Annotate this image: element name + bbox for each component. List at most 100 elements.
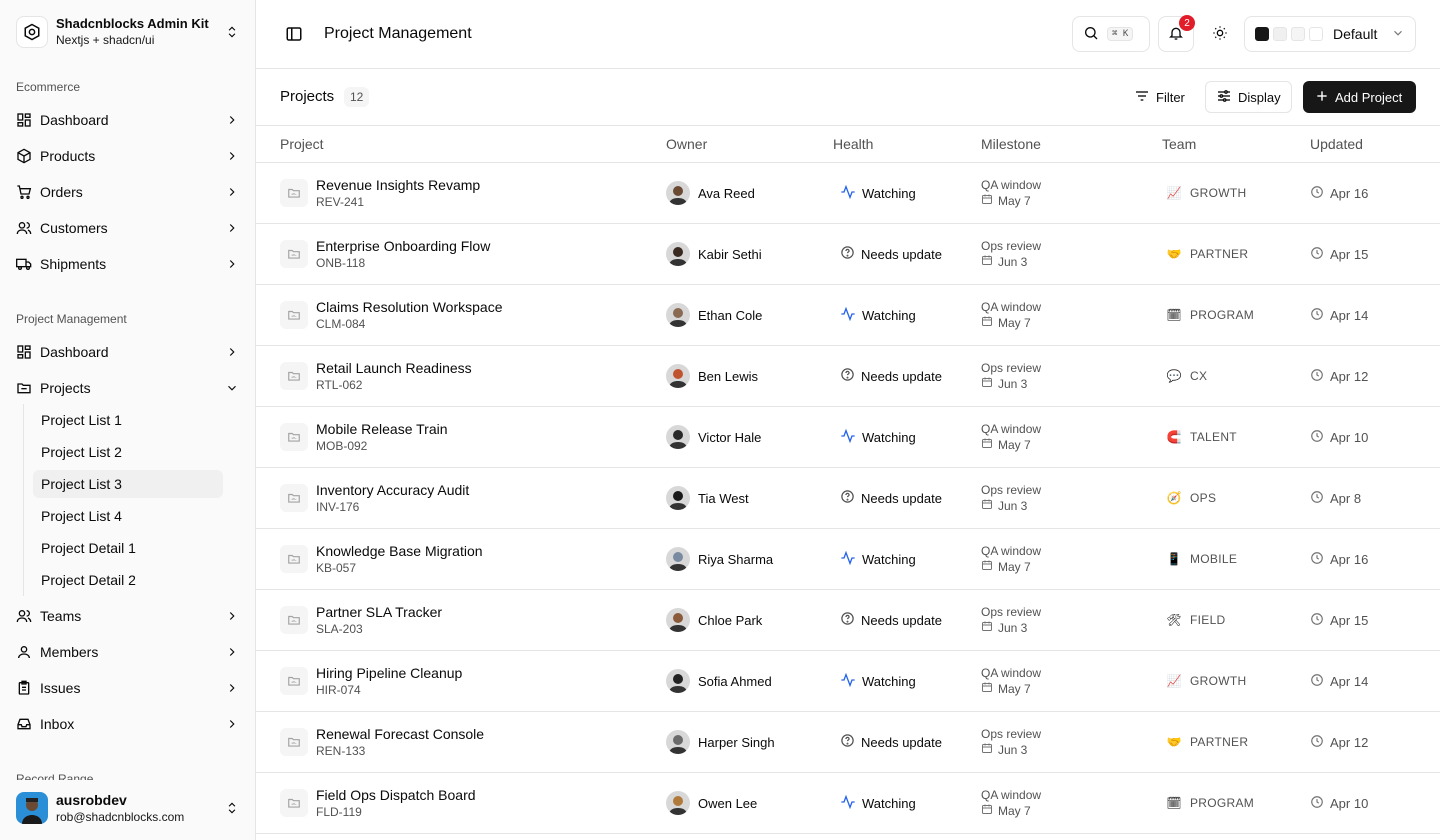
sidebar-subitem-project-list-2[interactable]: Project List 2	[33, 438, 223, 466]
truck-icon	[16, 256, 32, 272]
avatar	[666, 242, 690, 266]
project-name[interactable]: Renewal Forecast Console	[316, 725, 484, 743]
cart-icon	[16, 184, 32, 200]
updated-date: Apr 16	[1330, 551, 1369, 567]
sidebar-item-members[interactable]: Members	[8, 636, 248, 668]
avatar	[666, 791, 690, 815]
add-project-button[interactable]: Add Project	[1303, 81, 1416, 113]
project-name[interactable]: Claims Resolution Workspace	[316, 298, 502, 316]
calendar-icon	[981, 498, 993, 514]
table-row[interactable]: Renewal Forecast Console REN-133 Harper …	[256, 712, 1440, 773]
user-menu[interactable]: ausrobdev rob@shadcnblocks.com	[8, 784, 248, 832]
display-button[interactable]: Display	[1205, 81, 1292, 113]
updated-date: Apr 8	[1330, 490, 1362, 506]
column-header-milestone[interactable]: Milestone	[981, 136, 1041, 152]
avatar	[666, 181, 690, 205]
team-name: PROGRAM	[1190, 796, 1255, 810]
milestone-label: QA window	[981, 544, 1042, 558]
sidebar-toggle-icon[interactable]	[284, 24, 304, 44]
column-header-owner[interactable]: Owner	[666, 136, 707, 152]
sidebar-item-pm-dashboard[interactable]: Dashboard	[8, 336, 248, 368]
table-row[interactable]: Claims Resolution Workspace CLM-084 Etha…	[256, 285, 1440, 346]
sidebar-item-teams[interactable]: Teams	[8, 600, 248, 632]
clock-icon	[1310, 673, 1324, 690]
table-row[interactable]: Mobile Release Train MOB-092 Victor Hale…	[256, 407, 1440, 468]
milestone-date: May 7	[998, 438, 1031, 452]
updated-date: Apr 14	[1330, 673, 1369, 689]
folder-icon	[280, 789, 308, 817]
project-name[interactable]: Mobile Release Train	[316, 420, 448, 438]
sidebar-item-inbox[interactable]: Inbox	[8, 708, 248, 740]
sidebar-item-customers[interactable]: Customers	[8, 212, 248, 244]
sidebar-item-shipments[interactable]: Shipments	[8, 248, 248, 280]
updated-date: Apr 12	[1330, 734, 1369, 750]
project-name[interactable]: Field Ops Dispatch Board	[316, 786, 476, 804]
project-name[interactable]: Knowledge Base Migration	[316, 542, 483, 560]
sidebar: Shadcnblocks Admin Kit Nextjs + shadcn/u…	[0, 0, 256, 840]
team-emoji-icon: 📈	[1166, 186, 1182, 200]
column-header-team[interactable]: Team	[1162, 136, 1196, 152]
notifications-button[interactable]: 2	[1158, 15, 1195, 52]
theme-swatch	[1255, 27, 1269, 41]
chevron-right-icon	[224, 716, 240, 732]
sidebar-subitem-project-list-3[interactable]: Project List 3	[33, 470, 223, 498]
project-name[interactable]: Revenue Insights Revamp	[316, 176, 480, 194]
column-header-health[interactable]: Health	[833, 136, 873, 152]
dashboard-icon	[16, 344, 32, 360]
team-name: GROWTH	[1190, 186, 1247, 200]
table-row[interactable]: Field Ops Dispatch Board FLD-119 Owen Le…	[256, 773, 1440, 834]
avatar	[666, 303, 690, 327]
sidebar-subitem-project-detail-1[interactable]: Project Detail 1	[33, 534, 223, 562]
search-button[interactable]: ⌘ K	[1072, 16, 1150, 52]
theme-swatch	[1273, 27, 1287, 41]
filter-button[interactable]: Filter	[1126, 81, 1193, 113]
table-row[interactable]: Partner SLA Tracker SLA-203 Chloe Park N…	[256, 590, 1440, 651]
group-label-ecommerce: Ecommerce	[16, 80, 81, 94]
milestone-date: May 7	[998, 682, 1031, 696]
activity-icon	[840, 184, 856, 203]
sidebar-item-label: Inbox	[40, 716, 75, 732]
column-header-updated[interactable]: Updated	[1310, 136, 1363, 152]
project-code: KB-057	[316, 561, 357, 575]
project-name[interactable]: Hiring Pipeline Cleanup	[316, 664, 462, 682]
milestone-label: Ops review	[981, 361, 1042, 375]
project-name[interactable]: Partner SLA Tracker	[316, 603, 442, 621]
team-name: GROWTH	[1190, 674, 1247, 688]
sidebar-subitem-project-list-4[interactable]: Project List 4	[33, 502, 223, 530]
theme-toggle-button[interactable]	[1202, 16, 1238, 52]
clock-icon	[1310, 490, 1324, 507]
sidebar-item-label: Projects	[40, 380, 91, 396]
calendar-icon	[981, 803, 993, 819]
project-name[interactable]: Inventory Accuracy Audit	[316, 481, 469, 499]
table-row[interactable]: Hiring Pipeline Cleanup HIR-074 Sofia Ah…	[256, 651, 1440, 712]
clock-icon	[1310, 429, 1324, 446]
brand-subtitle: Nextjs + shadcn/ui	[56, 33, 155, 47]
updated-date: Apr 16	[1330, 185, 1369, 201]
table-row[interactable]: Enterprise Onboarding Flow ONB-118 Kabir…	[256, 224, 1440, 285]
table-row[interactable]: Knowledge Base Migration KB-057 Riya Sha…	[256, 529, 1440, 590]
sidebar-item-issues[interactable]: Issues	[8, 672, 248, 704]
owner-name: Ava Reed	[698, 185, 755, 201]
sidebar-item-orders[interactable]: Orders	[8, 176, 248, 208]
table-row[interactable]: Revenue Insights Revamp REV-241 Ava Reed…	[256, 163, 1440, 224]
clock-icon	[1310, 368, 1324, 385]
sidebar-subitem-project-list-1[interactable]: Project List 1	[33, 406, 223, 434]
activity-icon	[840, 550, 856, 569]
column-header-project[interactable]: Project	[280, 136, 324, 152]
theme-select[interactable]: Default	[1244, 16, 1416, 52]
activity-icon	[840, 428, 856, 447]
users-icon	[16, 220, 32, 236]
chevron-right-icon	[224, 148, 240, 164]
project-name[interactable]: Retail Launch Readiness	[316, 359, 472, 377]
sidebar-subitem-project-detail-2[interactable]: Project Detail 2	[33, 566, 223, 594]
sidebar-item-projects[interactable]: Projects	[8, 372, 248, 404]
sidebar-item-products[interactable]: Products	[8, 140, 248, 172]
table-row[interactable]: Inventory Accuracy Audit INV-176 Tia Wes…	[256, 468, 1440, 529]
project-name[interactable]: Enterprise Onboarding Flow	[316, 237, 490, 255]
owner-name: Victor Hale	[698, 429, 762, 445]
group-label-partial: Record Range	[16, 772, 94, 780]
sidebar-item-ecom-dashboard[interactable]: Dashboard	[8, 104, 248, 136]
team-switcher[interactable]: Shadcnblocks Admin Kit Nextjs + shadcn/u…	[8, 8, 248, 56]
team-emoji-icon: 🤝	[1166, 247, 1182, 261]
table-row[interactable]: Retail Launch Readiness RTL-062 Ben Lewi…	[256, 346, 1440, 407]
